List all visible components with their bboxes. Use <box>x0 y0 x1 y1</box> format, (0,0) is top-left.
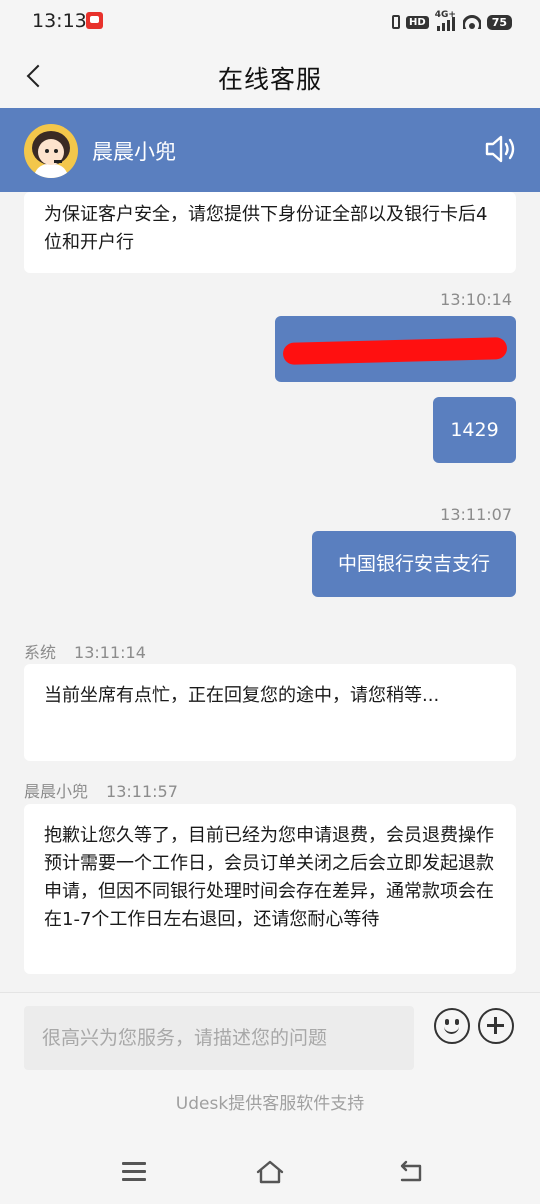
message-timestamp: 13:11:07 <box>440 505 512 524</box>
vibrate-icon <box>392 15 401 29</box>
message-input[interactable] <box>24 1006 414 1070</box>
plus-icon[interactable] <box>478 1008 514 1044</box>
system-nav-bar <box>0 1132 540 1204</box>
page-title: 在线客服 <box>217 65 322 94</box>
battery-icon: 75 <box>486 14 512 30</box>
emoji-button[interactable] <box>434 1008 470 1044</box>
app-notification-icon <box>86 12 103 29</box>
menu-icon[interactable] <box>122 1162 148 1182</box>
hd-badge: HD <box>406 15 429 29</box>
message-timestamp: 13:11:14 <box>74 643 146 662</box>
user-message: 中国银行安吉支行 <box>312 531 516 597</box>
back-nav-icon[interactable] <box>398 1158 428 1186</box>
agent-message: 为保证客户安全，请您提供下身份证全部以及银行卡后4位和开户行 <box>24 192 516 273</box>
input-area: Udesk提供客服软件支持 <box>0 992 540 1133</box>
redaction-mark <box>282 337 508 365</box>
powered-by-text: Udesk提供客服软件支持 <box>175 1094 365 1114</box>
home-icon[interactable] <box>255 1158 285 1186</box>
user-message: 1429 <box>433 397 516 463</box>
status-indicators: HD 4G+ 75 <box>392 10 512 33</box>
agent-avatar <box>24 124 78 178</box>
sender-name: 晨晨小兜 <box>24 782 89 801</box>
message-timestamp: 13:11:57 <box>106 782 178 801</box>
system-message: 当前坐席有点忙，正在回复您的途中，请您稍等... <box>24 664 516 761</box>
message-meta: 晨晨小兜 13:11:57 <box>24 778 178 802</box>
agent-message: 抱歉让您久等了，目前已经为您申请退费，会员退费操作预计需要一个工作日，会员订单关… <box>24 804 516 974</box>
user-message-redacted <box>275 316 516 382</box>
speaker-button[interactable] <box>484 134 518 164</box>
signal-icon: 4G+ <box>435 10 457 31</box>
speaker-icon <box>485 135 515 163</box>
wifi-icon <box>462 15 481 29</box>
status-bar: 13:13 HD 4G+ 75 <box>0 0 540 44</box>
status-time: 13:13 <box>32 10 87 32</box>
message-timestamp: 13:10:14 <box>440 290 512 309</box>
agent-name: 晨晨小兜 <box>92 140 176 164</box>
sender-name: 系统 <box>24 643 57 662</box>
message-meta: 系统 13:11:14 <box>24 639 146 663</box>
nav-bar: 在线客服 <box>0 44 540 108</box>
agent-header: 晨晨小兜 <box>0 108 540 192</box>
chat-area[interactable]: 为保证客户安全，请您提供下身份证全部以及银行卡后4位和开户行 13:10:14 … <box>0 192 540 992</box>
